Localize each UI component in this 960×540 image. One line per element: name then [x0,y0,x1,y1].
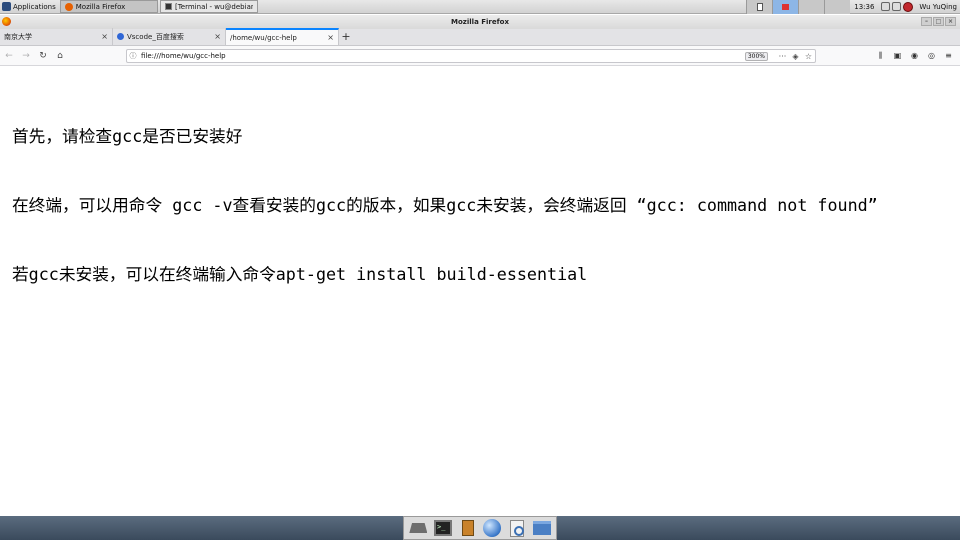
maximize-button[interactable]: □ [933,17,944,26]
task-label: [Terminal - wu@debian:... [174,2,253,11]
clock[interactable]: 13:36 [850,3,878,11]
workspace-4[interactable] [824,0,851,14]
tab-close-icon[interactable]: × [214,32,221,41]
dock-show-desktop[interactable] [408,518,428,538]
workspace-2[interactable] [772,0,799,14]
page-actions-button[interactable]: ··· [776,52,789,61]
tab-vscode-search[interactable]: Vscode_百度搜索 × [113,28,226,45]
folder-icon [532,521,551,535]
close-window-button[interactable]: × [945,17,956,26]
firefox-icon [64,2,73,11]
window-title: Mozilla Firefox [451,18,509,26]
dock-terminal[interactable]: >_ [433,518,453,538]
power-icon[interactable] [903,1,914,12]
forward-button[interactable]: → [18,48,34,64]
terminal-icon: >_ [433,520,452,536]
tab-nju[interactable]: 南京大学 × [0,28,113,45]
baidu-favicon-icon [117,33,124,40]
account-icon[interactable]: ◉ [907,48,922,63]
dock-app-finder[interactable] [507,518,527,538]
url-bar[interactable]: ⓘ file:///home/wu/gcc-help 300% ··· ◈ ☆ [126,49,816,63]
system-tray [878,1,916,12]
tab-label: /home/wu/gcc-help [230,33,297,42]
text-document: 首先，请检查gcc是否已安装好 在终端，可以用命令 gcc -v查看安装的gcc… [12,79,878,332]
user-name[interactable]: Wu YuQing [916,3,960,11]
sync-icon[interactable]: ◎ [924,48,939,63]
tab-gcc-help[interactable]: /home/wu/gcc-help × [226,28,339,45]
bookmark-star-icon[interactable]: ☆ [802,52,815,61]
reload-button[interactable]: ↻ [35,48,51,64]
pocket-icon[interactable]: ◈ [789,52,802,61]
dock-file-manager-alt[interactable] [458,518,478,538]
window-controls: – □ × [921,17,956,26]
applications-menu[interactable]: Applications [0,0,60,14]
globe-icon [483,519,502,537]
hamburger-menu-icon[interactable]: ≡ [941,48,956,63]
tab-close-icon[interactable]: × [101,32,108,41]
doc-line-1: 首先，请检查gcc是否已安装好 [12,126,243,146]
tab-close-icon[interactable]: × [327,33,334,42]
doc-line-2: 在终端，可以用命令 gcc -v查看安装的gcc的版本，如果gcc未安装，会终端… [12,195,878,215]
window-titlebar: Mozilla Firefox – □ × [0,15,960,29]
network-icon[interactable] [881,2,891,11]
applications-icon [2,2,11,11]
task-terminal[interactable]: [Terminal - wu@debian:... [159,0,258,13]
search-icon [509,519,524,537]
show-desktop-icon [409,523,428,533]
back-button[interactable]: ← [1,48,17,64]
sidebar-icon[interactable]: ▣ [890,48,905,63]
workspace-3[interactable] [798,0,825,14]
top-panel: Applications Mozilla Firefox [Terminal -… [0,0,960,14]
window-icon [756,2,763,11]
firefox-icon [782,3,790,10]
chat-icon[interactable] [892,2,902,11]
firefox-logo-icon [2,17,11,26]
url-text[interactable]: file:///home/wu/gcc-help [139,52,745,60]
tab-label: 南京大学 [4,32,32,41]
page-content: 首先，请检查gcc是否已安装好 在终端，可以用命令 gcc -v查看安装的gcc… [0,67,960,516]
dock-web-browser[interactable] [482,518,502,538]
doc-line-3: 若gcc未安装，可以在终端输入命令apt-get install build-e… [12,264,588,284]
right-toolbar: ⫼ ▣ ◉ ◎ ≡ [873,48,956,63]
info-icon[interactable]: ⓘ [127,51,139,61]
navigation-toolbar: ← → ↻ ⌂ ⓘ file:///home/wu/gcc-help 300% … [0,46,960,66]
reload-icon: ↻ [39,50,47,61]
workspace-switcher [746,0,851,14]
applications-label: Applications [13,2,56,11]
task-label: Mozilla Firefox [75,2,126,11]
task-firefox[interactable]: Mozilla Firefox [59,0,158,13]
tab-label: Vscode_百度搜索 [127,32,184,41]
zoom-reset-button[interactable]: 300% [744,51,768,61]
forward-arrow-icon: → [22,50,30,61]
home-button[interactable]: ⌂ [52,48,68,64]
back-arrow-icon: ← [5,50,13,61]
new-tab-button[interactable]: + [339,28,353,45]
minimize-button[interactable]: – [921,17,932,26]
dock: >_ [403,516,557,540]
dock-files[interactable] [532,518,552,538]
terminal-icon [164,3,172,10]
tab-bar: 南京大学 × Vscode_百度搜索 × /home/wu/gcc-help ×… [0,28,960,46]
library-icon[interactable]: ⫼ [873,48,888,63]
home-icon: ⌂ [57,50,63,61]
notebook-icon [461,520,474,536]
workspace-1[interactable] [746,0,773,14]
